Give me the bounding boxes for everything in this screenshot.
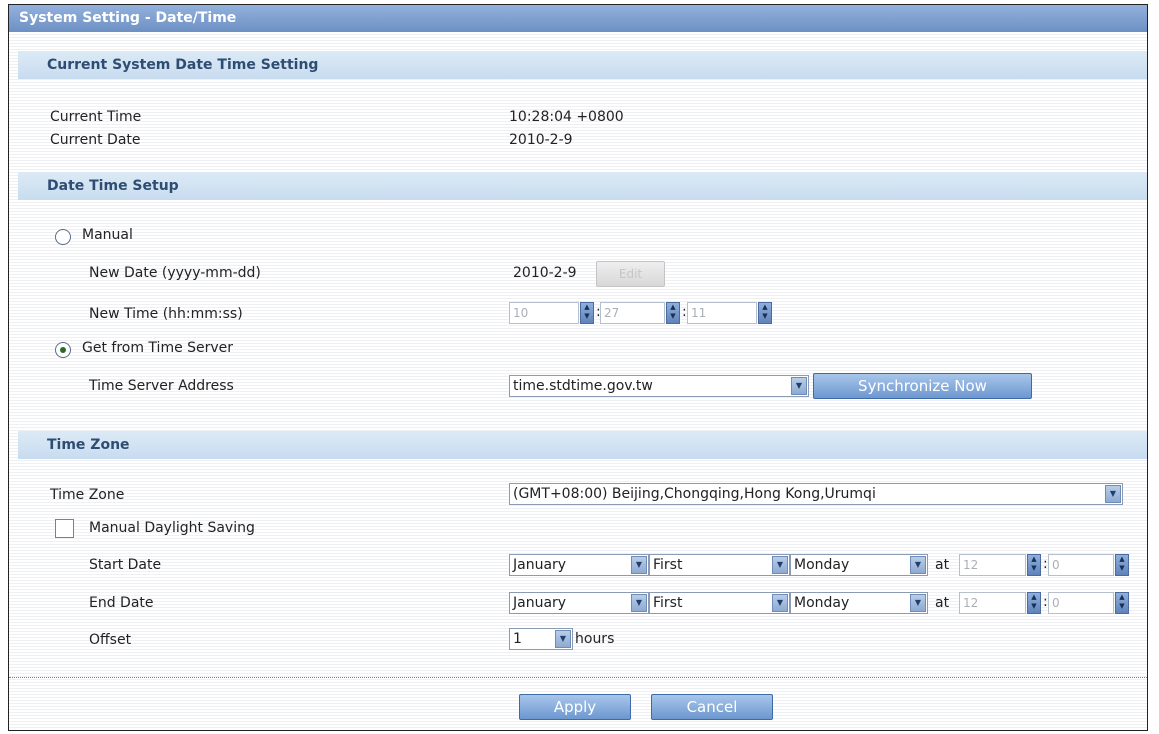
time-zone-label: Time Zone (50, 487, 125, 503)
new-date-label: New Date (yyyy-mm-dd) (89, 265, 261, 281)
hour-input[interactable]: 10 (509, 302, 579, 324)
chevron-down-icon[interactable]: ▼ (631, 556, 647, 574)
start-day-select[interactable]: Monday ▼ (790, 554, 928, 576)
start-month-select[interactable]: January ▼ (509, 554, 649, 576)
manual-label: Manual (82, 227, 133, 243)
new-time-label: New Time (hh:mm:ss) (89, 306, 243, 322)
current-time-value: 10:28:04 +0800 (509, 109, 624, 125)
current-date-label: Current Date (50, 132, 141, 148)
start-minute-input[interactable]: 0 (1048, 554, 1114, 576)
start-at-label: at (935, 557, 950, 573)
time-separator: : (1043, 556, 1048, 572)
minute-input[interactable]: 27 (600, 302, 665, 324)
end-month-value: January (513, 595, 567, 611)
chevron-down-icon[interactable]: ▼ (772, 556, 788, 574)
time-zone-value: (GMT+08:00) Beijing,Chongqing,Hong Kong,… (513, 486, 876, 502)
offset-value: 1 (513, 631, 522, 647)
time-server-radio[interactable] (55, 342, 71, 358)
start-date-label: Start Date (89, 557, 162, 573)
end-month-select[interactable]: January ▼ (509, 592, 649, 614)
server-address-select[interactable]: time.stdtime.gov.tw ▼ (509, 375, 809, 397)
end-week-select[interactable]: First ▼ (649, 592, 790, 614)
edit-button[interactable]: Edit (596, 261, 665, 287)
start-week-value: First (653, 557, 683, 573)
time-server-label: Get from Time Server (82, 340, 234, 356)
start-week-select[interactable]: First ▼ (649, 554, 790, 576)
second-input[interactable]: 11 (687, 302, 757, 324)
chevron-down-icon[interactable]: ▼ (791, 377, 807, 395)
time-zone-select[interactable]: (GMT+08:00) Beijing,Chongqing,Hong Kong,… (509, 483, 1123, 505)
start-hour-input[interactable]: 12 (959, 554, 1026, 576)
chevron-down-icon[interactable]: ▼ (910, 556, 926, 574)
current-time-label: Current Time (50, 109, 142, 125)
end-hour-spinner-icon[interactable]: ▲ ▼ (1027, 592, 1041, 614)
second-spinner-icon[interactable]: ▲ ▼ (758, 302, 772, 324)
daylight-saving-label: Manual Daylight Saving (89, 520, 255, 536)
section-time-zone: Time Zone (18, 431, 1147, 459)
end-hour-input[interactable]: 12 (959, 592, 1026, 614)
end-at-label: at (935, 595, 950, 611)
end-day-value: Monday (794, 595, 850, 611)
end-week-value: First (653, 595, 683, 611)
offset-select[interactable]: 1 ▼ (509, 628, 573, 650)
section-setup: Date Time Setup (18, 172, 1147, 200)
chevron-down-icon[interactable]: ▼ (772, 594, 788, 612)
start-month-value: January (513, 557, 567, 573)
start-minute-spinner-icon[interactable]: ▲ ▼ (1115, 554, 1129, 576)
chevron-down-icon[interactable]: ▼ (910, 594, 926, 612)
apply-button[interactable]: Apply (519, 694, 631, 720)
end-day-select[interactable]: Monday ▼ (790, 592, 928, 614)
new-date-value: 2010-2-9 (513, 265, 577, 281)
start-hour-spinner-icon[interactable]: ▲ ▼ (1027, 554, 1041, 576)
chevron-down-icon[interactable]: ▼ (631, 594, 647, 612)
end-minute-input[interactable]: 0 (1048, 592, 1114, 614)
daylight-saving-checkbox[interactable] (55, 519, 74, 538)
synchronize-now-button[interactable]: Synchronize Now (813, 373, 1032, 399)
cancel-button[interactable]: Cancel (651, 694, 773, 720)
server-address-label: Time Server Address (89, 378, 234, 394)
section-current: Current System Date Time Setting (18, 51, 1147, 79)
minute-spinner-icon[interactable]: ▲ ▼ (666, 302, 680, 324)
time-separator: : (1043, 594, 1048, 610)
date-time-panel: System Setting - Date/Time Current Syste… (8, 4, 1148, 731)
chevron-down-icon[interactable]: ▼ (1105, 485, 1121, 503)
time-separator: : (682, 304, 687, 320)
end-minute-spinner-icon[interactable]: ▲ ▼ (1115, 592, 1129, 614)
start-day-value: Monday (794, 557, 850, 573)
server-address-value: time.stdtime.gov.tw (513, 378, 653, 394)
current-date-value: 2010-2-9 (509, 132, 573, 148)
hour-spinner-icon[interactable]: ▲ ▼ (580, 302, 594, 324)
footer-divider (9, 677, 1147, 678)
offset-label: Offset (89, 632, 132, 648)
manual-radio[interactable] (55, 229, 71, 245)
end-date-label: End Date (89, 595, 154, 611)
panel-title: System Setting - Date/Time (9, 5, 1147, 32)
offset-unit-label: hours (575, 631, 615, 647)
chevron-down-icon[interactable]: ▼ (555, 630, 571, 648)
